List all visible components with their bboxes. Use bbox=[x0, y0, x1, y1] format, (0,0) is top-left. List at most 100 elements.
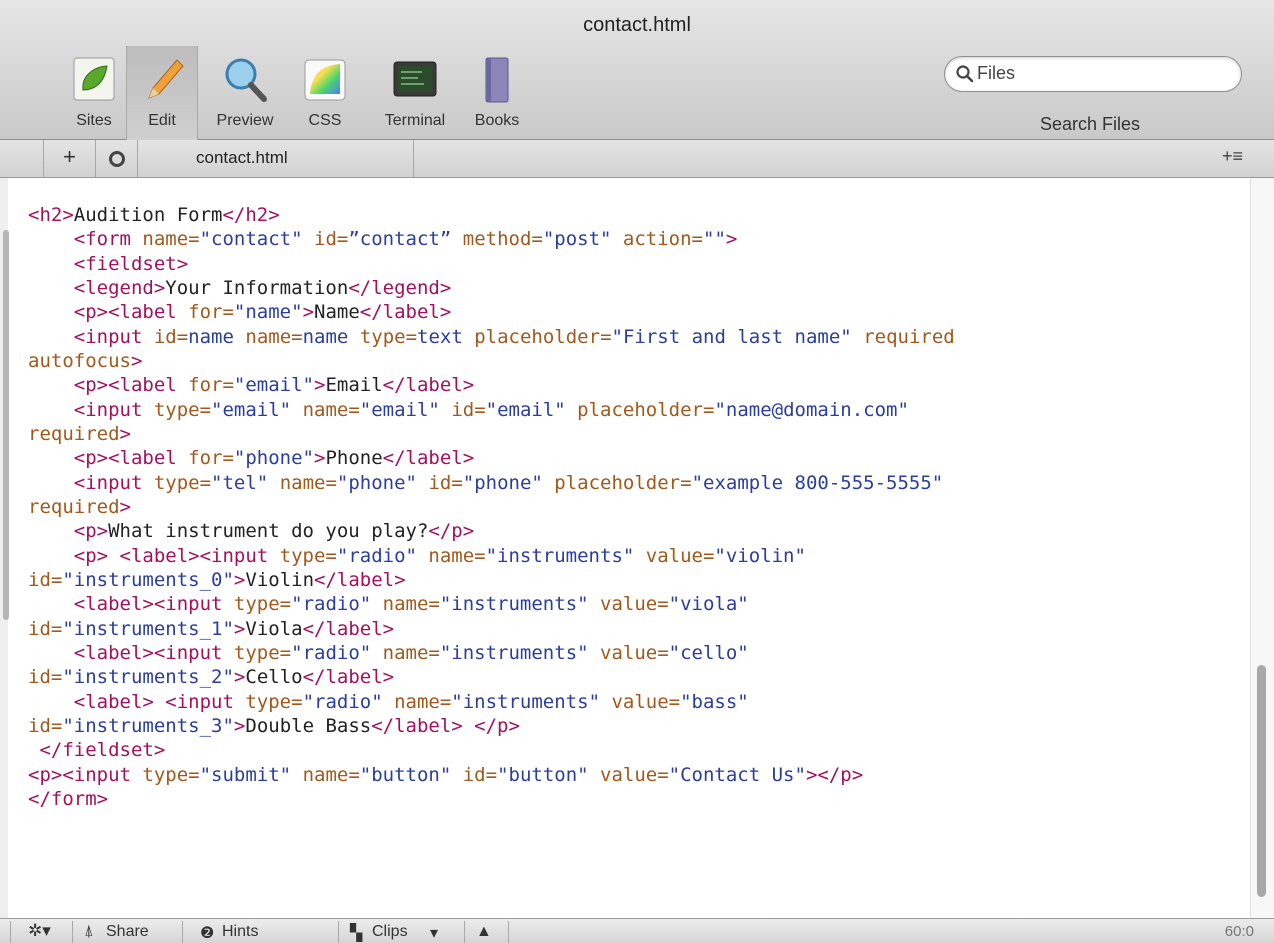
code-tag: </form> bbox=[28, 787, 109, 810]
code-attribute: name= bbox=[279, 471, 337, 494]
action-menu-button[interactable]: ✲▾ bbox=[10, 921, 73, 943]
code-attribute: type= bbox=[233, 641, 292, 664]
code-value: "submit" bbox=[199, 763, 292, 786]
code-tag: <input bbox=[73, 398, 154, 421]
code-tag: > bbox=[233, 666, 246, 689]
code-attribute: type= bbox=[153, 398, 212, 421]
code-attribute: type= bbox=[359, 325, 418, 348]
code-tag: <p><input bbox=[28, 763, 143, 786]
books-label: Books bbox=[474, 112, 520, 129]
hints-button[interactable]: ❷ Hints bbox=[182, 921, 339, 943]
code-tag: </label> bbox=[359, 301, 452, 324]
edit-button[interactable]: Edit bbox=[126, 46, 198, 140]
close-tab-button[interactable] bbox=[96, 140, 138, 177]
books-button[interactable]: Books bbox=[466, 46, 528, 140]
edit-label: Edit bbox=[148, 112, 176, 129]
code-tag: > bbox=[314, 447, 326, 470]
code-attribute: action= bbox=[622, 228, 703, 251]
code-value: "phone" bbox=[462, 471, 543, 494]
preview-button[interactable]: Preview bbox=[204, 46, 286, 140]
book-icon bbox=[485, 57, 509, 103]
terminal-button[interactable]: Terminal bbox=[370, 46, 460, 140]
tab-menu-button[interactable]: +≡ bbox=[1222, 146, 1243, 167]
code-tag: </label> bbox=[382, 447, 475, 470]
css-button[interactable]: CSS bbox=[294, 46, 356, 140]
sites-button[interactable]: Sites bbox=[64, 46, 124, 140]
code-text: Your Information bbox=[165, 276, 349, 299]
code-value: "radio" bbox=[291, 641, 372, 664]
code-attribute: id= bbox=[28, 714, 63, 737]
code-attribute: id= bbox=[451, 398, 486, 421]
code-attribute: value= bbox=[600, 641, 669, 664]
code-attribute: name= bbox=[302, 398, 360, 421]
gear-icon: ✲▾ bbox=[28, 921, 51, 940]
code-value: "phone" bbox=[233, 447, 314, 470]
search-input[interactable]: Files bbox=[944, 56, 1242, 92]
clips-button[interactable]: ▚ Clips ▾ bbox=[338, 921, 465, 943]
code-text: Viola bbox=[245, 617, 303, 640]
warning-icon: ▲ bbox=[476, 923, 492, 940]
code-tag: </p> bbox=[428, 520, 475, 543]
magnifier-icon bbox=[225, 58, 267, 102]
code-value: "email" bbox=[485, 398, 566, 421]
code-tag: <label><input bbox=[73, 593, 234, 616]
code-tag: > bbox=[314, 374, 326, 397]
code-value: "email" bbox=[233, 374, 314, 397]
code-value: "instruments" bbox=[485, 544, 635, 567]
code-line: <h2>Audition Form</h2> bbox=[28, 204, 280, 226]
terminal-icon bbox=[393, 61, 437, 97]
code-value: "example 800-555-5555" bbox=[691, 471, 944, 494]
code-text: What instrument do you play? bbox=[108, 520, 429, 543]
code-line: id="instruments_2">Cello</label> bbox=[28, 666, 394, 688]
code-value: name bbox=[188, 325, 234, 348]
code-attribute: id= bbox=[28, 568, 63, 591]
search-files-label: Search Files bbox=[1040, 114, 1141, 134]
css-label: CSS bbox=[308, 112, 342, 129]
code-tag: > bbox=[233, 617, 246, 640]
code-line: <label><input type="radio" name="instrum… bbox=[28, 593, 749, 615]
code-text: Phone bbox=[325, 447, 383, 470]
code-value: "post" bbox=[542, 228, 612, 251]
left-scrollbar[interactable] bbox=[3, 230, 9, 620]
code-tag: <p><label bbox=[73, 301, 189, 324]
code-tag: <input bbox=[73, 471, 154, 494]
tabbar-spacer bbox=[0, 140, 44, 177]
new-tab-button[interactable]: + bbox=[44, 140, 96, 177]
code-text[interactable]: <h2>Audition Form</h2> <form name="conta… bbox=[28, 203, 955, 811]
code-line: <p>What instrument do you play?</p> bbox=[28, 520, 474, 542]
code-tag: <p><label bbox=[73, 374, 189, 397]
code-attribute: for= bbox=[188, 301, 234, 324]
chevron-down-icon: ▾ bbox=[430, 925, 439, 942]
code-value: "radio" bbox=[302, 690, 383, 713]
warnings-button[interactable]: ▲ bbox=[464, 921, 509, 943]
code-line: <p><label for="phone">Phone</label> bbox=[28, 447, 474, 469]
code-tag: </h2> bbox=[222, 204, 280, 226]
code-value: "First and last name" bbox=[611, 325, 852, 348]
scrollbar-thumb[interactable] bbox=[1257, 665, 1266, 897]
code-line: <label><input type="radio" name="instrum… bbox=[28, 642, 749, 664]
code-line: <input type="tel" name="phone" id="phone… bbox=[28, 472, 943, 494]
code-line: required> bbox=[28, 423, 131, 445]
code-text: Double Bass bbox=[245, 714, 372, 737]
code-line: <p><label for="name">Name</label> bbox=[28, 301, 452, 324]
share-button[interactable]: ⍋ Share bbox=[72, 921, 183, 943]
code-text: Audition Form bbox=[73, 204, 223, 226]
code-value: "radio" bbox=[336, 544, 417, 567]
share-icon: ⍋ bbox=[84, 923, 94, 940]
code-attribute: name= bbox=[394, 690, 452, 713]
code-line: <p><label for="email">Email</label> bbox=[28, 374, 474, 396]
color-palette-icon bbox=[304, 59, 346, 101]
code-value: ”contact” bbox=[348, 228, 452, 251]
code-tag: > bbox=[233, 568, 246, 591]
preview-label: Preview bbox=[216, 112, 274, 129]
